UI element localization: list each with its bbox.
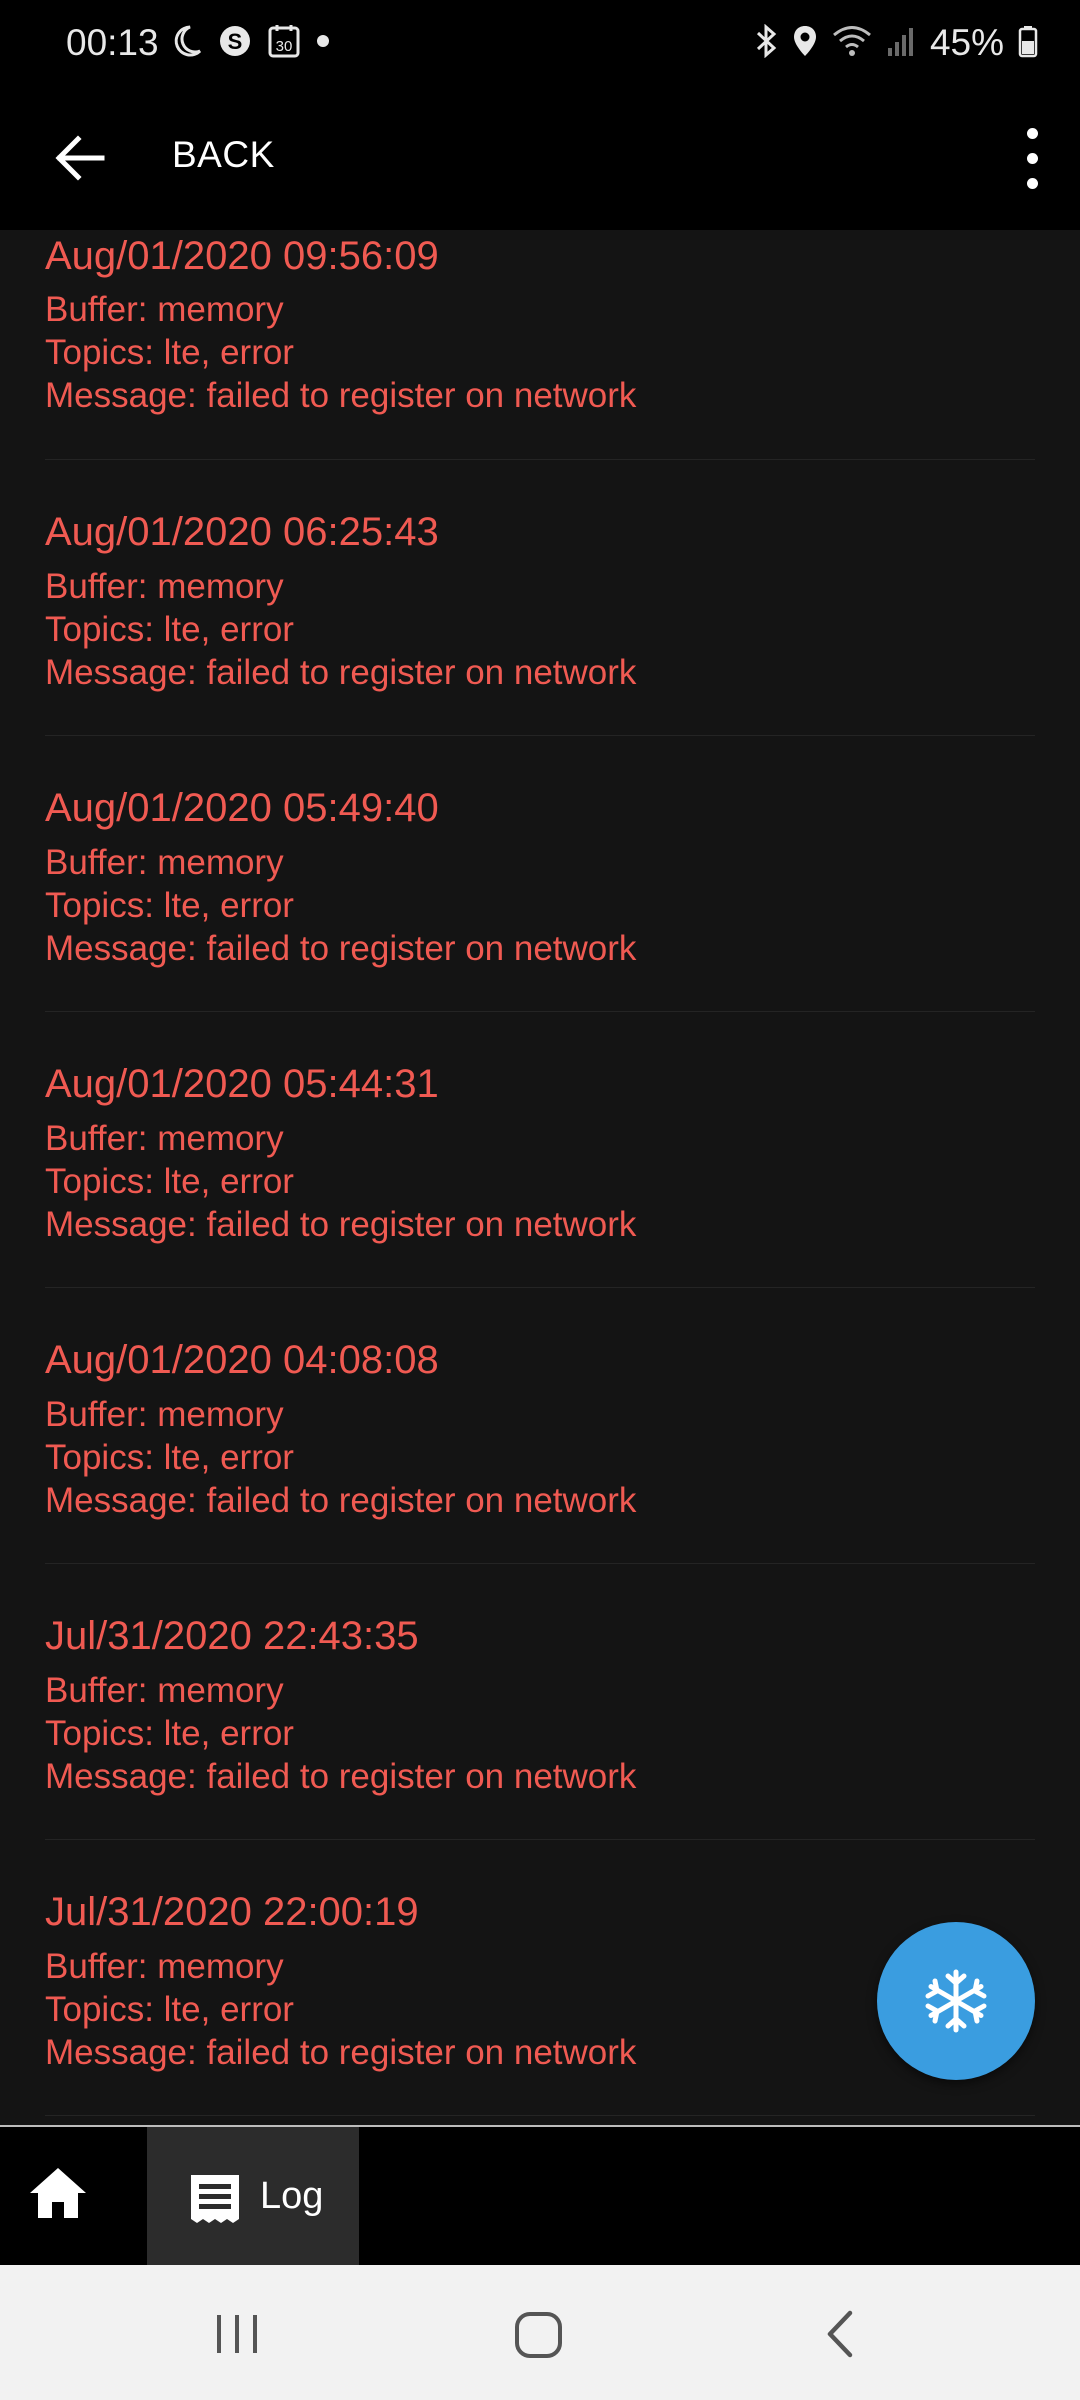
- tab-log-label: Log: [260, 2175, 324, 2217]
- status-right-icons: 45%: [754, 22, 1038, 64]
- log-entry[interactable]: Aug/01/2020 04:08:08 Buffer: memory Topi…: [45, 1288, 1035, 1564]
- log-message: Message: failed to register on network: [45, 1481, 637, 1520]
- log-buffer: Buffer: memory: [45, 290, 284, 329]
- home-icon: [30, 2168, 86, 2218]
- log-message: Message: failed to register on network: [45, 376, 637, 415]
- log-list[interactable]: Aug/01/2020 09:56:09 Buffer: memory Topi…: [0, 230, 1080, 2125]
- log-entry[interactable]: Aug/01/2020 09:56:09 Buffer: memory Topi…: [45, 230, 1035, 460]
- log-date: Jul/31/2020 22:00:19: [45, 1890, 419, 1934]
- back-button-label[interactable]: BACK: [172, 134, 275, 176]
- log-topics: Topics: lte, error: [45, 1714, 294, 1753]
- back-arrow-icon[interactable]: [50, 128, 110, 188]
- status-time: 00:13: [66, 22, 159, 63]
- log-topics: Topics: lte, error: [45, 886, 294, 925]
- recent-apps-icon[interactable]: [213, 2309, 261, 2364]
- log-buffer: Buffer: memory: [45, 567, 284, 606]
- bottom-tab-bar: Log: [0, 2125, 1080, 2265]
- log-topics: Topics: lte, error: [45, 333, 294, 372]
- log-date: Aug/01/2020 05:44:31: [45, 1062, 439, 1106]
- log-list-icon: [187, 2171, 243, 2232]
- status-bar: 00:13 S 30 45%: [0, 0, 1080, 88]
- more-options-icon[interactable]: [1012, 122, 1052, 196]
- calendar-day: 30: [276, 38, 293, 55]
- log-buffer: Buffer: memory: [45, 1671, 284, 1710]
- tab-home[interactable]: [28, 2165, 108, 2229]
- log-topics: Topics: lte, error: [45, 1438, 294, 1477]
- log-message: Message: failed to register on network: [45, 1205, 637, 1244]
- snowflake-icon: [925, 1969, 987, 2033]
- log-buffer: Buffer: memory: [45, 1395, 284, 1434]
- log-topics: Topics: lte, error: [45, 610, 294, 649]
- log-buffer: Buffer: memory: [45, 843, 284, 882]
- log-entry[interactable]: Jul/31/2020 22:43:35 Buffer: memory Topi…: [45, 1564, 1035, 1840]
- signal-icon: [886, 24, 916, 63]
- log-date: Jul/31/2020 22:43:35: [45, 1614, 419, 1658]
- bluetooth-icon: [754, 23, 778, 63]
- log-entry[interactable]: Aug/01/2020 06:25:43 Buffer: memory Topi…: [45, 460, 1035, 736]
- log-entry[interactable]: Aug/01/2020 05:44:31 Buffer: memory Topi…: [45, 1012, 1035, 1288]
- location-icon: [792, 24, 818, 63]
- log-buffer: Buffer: memory: [45, 1947, 284, 1986]
- log-message: Message: failed to register on network: [45, 653, 637, 692]
- log-message: Message: failed to register on network: [45, 1757, 637, 1796]
- calendar-30-icon: 30: [268, 24, 300, 63]
- snowflake-fab-button[interactable]: [877, 1922, 1035, 2080]
- log-date: Aug/01/2020 04:08:08: [45, 1338, 439, 1382]
- battery-icon: [1018, 24, 1038, 63]
- back-nav-icon[interactable]: [822, 2307, 858, 2366]
- log-topics: Topics: lte, error: [45, 1162, 294, 1201]
- battery-percent: 45%: [929, 22, 1004, 63]
- dot-icon: [316, 34, 330, 53]
- log-date: Aug/01/2020 09:56:09: [45, 234, 439, 278]
- log-buffer: Buffer: memory: [45, 1119, 284, 1158]
- app-bar: BACK: [0, 88, 1080, 230]
- log-date: Aug/01/2020 06:25:43: [45, 510, 439, 554]
- log-date: Aug/01/2020 05:49:40: [45, 786, 439, 830]
- status-left-icons: S 30: [172, 24, 330, 63]
- log-message: Message: failed to register on network: [45, 2033, 637, 2072]
- log-entry[interactable]: Aug/01/2020 05:49:40 Buffer: memory Topi…: [45, 736, 1035, 1012]
- wifi-icon: [832, 24, 872, 63]
- tab-log[interactable]: Log: [147, 2127, 359, 2265]
- home-nav-icon[interactable]: [512, 2309, 566, 2366]
- system-nav-bar: [0, 2265, 1080, 2400]
- log-topics: Topics: lte, error: [45, 1990, 294, 2029]
- log-message: Message: failed to register on network: [45, 929, 637, 968]
- moon-icon: [172, 24, 202, 63]
- svg-text:S: S: [228, 29, 243, 54]
- s-badge-icon: S: [218, 24, 252, 63]
